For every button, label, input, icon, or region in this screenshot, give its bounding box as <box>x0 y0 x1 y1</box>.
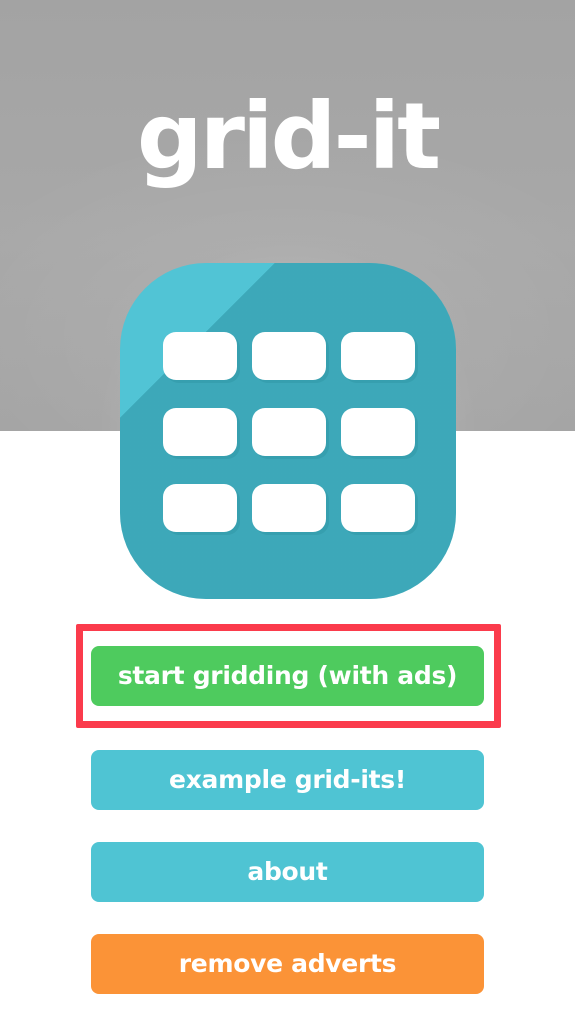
grid-cell <box>163 332 237 380</box>
grid-icon-cells <box>163 332 415 532</box>
page-title: grid-it <box>136 83 441 190</box>
grid-cell <box>252 408 326 456</box>
example-grid-its-row: example grid-its! <box>0 750 575 810</box>
grid-cell <box>341 332 415 380</box>
app-root: grid-it start gridding (with ads) exampl… <box>0 0 575 1024</box>
example-grid-its-button[interactable]: example grid-its! <box>91 750 484 810</box>
main-menu: start gridding (with ads) example grid-i… <box>0 624 575 994</box>
start-gridding-row: start gridding (with ads) <box>0 624 575 728</box>
about-button[interactable]: about <box>91 842 484 902</box>
grid-cell <box>163 408 237 456</box>
grid-cell <box>341 408 415 456</box>
start-gridding-button[interactable]: start gridding (with ads) <box>91 646 484 706</box>
remove-adverts-row: remove adverts <box>0 934 575 994</box>
grid-cell <box>252 484 326 532</box>
grid-icon <box>120 263 456 599</box>
grid-cell <box>341 484 415 532</box>
remove-adverts-button[interactable]: remove adverts <box>91 934 484 994</box>
grid-cell <box>252 332 326 380</box>
about-row: about <box>0 842 575 902</box>
app-icon <box>98 241 478 621</box>
grid-cell <box>163 484 237 532</box>
